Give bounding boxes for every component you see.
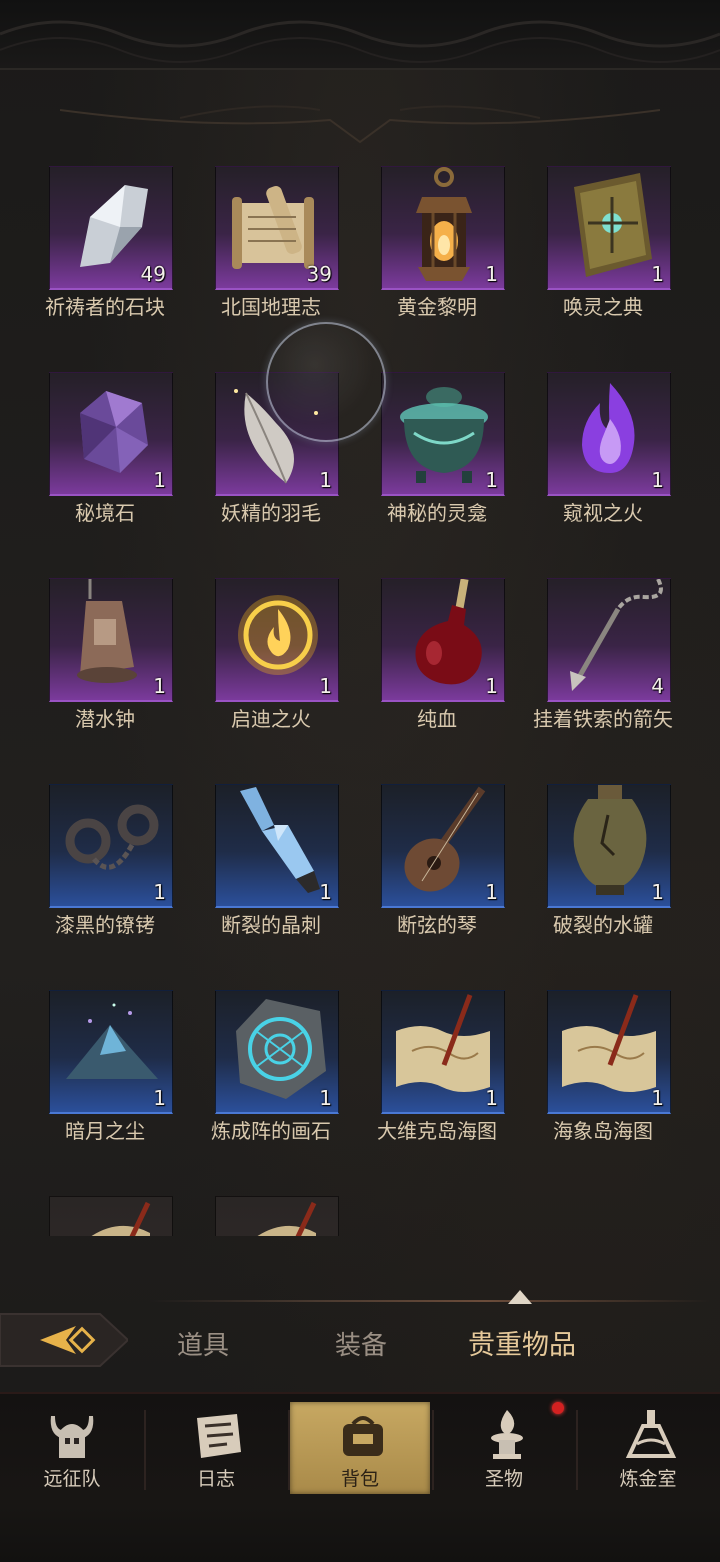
item-count: 1 (153, 880, 166, 904)
item-slot[interactable]: 1 黄金黎明 (354, 166, 520, 366)
item-grid: 49 祈祷者的石块 39 北国地理志 1 黄金黎明 1 唤灵之典 1 秘境石 1… (0, 0, 720, 1240)
item-slot[interactable]: 1 暗月之尘 (22, 990, 188, 1190)
item-name: 海象岛海图 (553, 1119, 653, 1143)
category-tab-bar: 道具 装备 贵重物品 (0, 1290, 720, 1394)
item-count: 1 (319, 674, 332, 698)
item-slot[interactable]: 1 纯血 (354, 578, 520, 778)
sea-chart-icon (257, 1201, 317, 1236)
nav-backpack[interactable]: 背包 (290, 1402, 430, 1494)
item-count: 1 (485, 262, 498, 286)
active-tab-indicator-icon (508, 1290, 532, 1304)
nav-journal[interactable]: 日志 (146, 1402, 286, 1494)
item-count: 1 (485, 880, 498, 904)
item-slot[interactable]: 1 断弦的琴 (354, 784, 520, 984)
item-name: 破裂的水罐 (553, 913, 653, 937)
item-icon-box[interactable]: 1 (381, 784, 505, 908)
tab-equipment[interactable]: 装备 (308, 1324, 414, 1368)
notification-dot (552, 1402, 564, 1414)
nav-label: 远征队 (43, 1468, 101, 1490)
item-count: 4 (651, 674, 664, 698)
item-count: 1 (485, 1086, 498, 1110)
touch-ripple (266, 322, 386, 442)
item-icon-box[interactable]: 1 (547, 166, 671, 290)
item-slot-partial[interactable] (188, 1196, 354, 1236)
item-icon-box[interactable] (215, 1196, 339, 1236)
sea-chart-icon (91, 1201, 151, 1236)
item-count: 1 (153, 468, 166, 492)
item-count: 1 (153, 1086, 166, 1110)
item-count: 1 (319, 1086, 332, 1110)
item-icon-box[interactable]: 1 (215, 784, 339, 908)
item-icon-box[interactable]: 49 (49, 166, 173, 290)
item-count: 1 (485, 468, 498, 492)
tab-valuables[interactable]: 贵重物品 (450, 1324, 594, 1368)
alchemy-flask-icon (625, 1410, 677, 1458)
nav-label: 日志 (196, 1468, 235, 1490)
item-slot[interactable]: 1 唤灵之典 (520, 166, 686, 366)
back-button[interactable] (0, 1308, 128, 1372)
nav-bottom-frame (0, 1504, 720, 1562)
item-count: 1 (651, 880, 664, 904)
item-slot[interactable]: 1 窥视之火 (520, 372, 686, 572)
item-slot[interactable]: 1 漆黑的镣铐 (22, 784, 188, 984)
item-icon-box[interactable]: 1 (381, 166, 505, 290)
horned-helmet-icon (50, 1416, 94, 1458)
item-slot[interactable]: 4 挂着铁索的箭矢 (520, 578, 686, 778)
item-slot[interactable]: 1 潜水钟 (22, 578, 188, 778)
item-slot[interactable]: 1 海象岛海图 (520, 990, 686, 1190)
item-icon-box[interactable]: 1 (215, 990, 339, 1114)
item-icon-box[interactable]: 1 (547, 990, 671, 1114)
item-icon-box[interactable]: 1 (381, 578, 505, 702)
item-name: 纯血 (417, 707, 457, 731)
item-slot[interactable]: 1 启迪之火 (188, 578, 354, 778)
item-icon-box[interactable]: 1 (547, 372, 671, 496)
item-name: 挂着铁索的箭矢 (533, 707, 673, 731)
item-slot-partial[interactable] (22, 1196, 188, 1236)
item-count: 1 (651, 1086, 664, 1110)
item-icon-box[interactable]: 1 (49, 578, 173, 702)
item-slot[interactable]: 1 秘境石 (22, 372, 188, 572)
item-count: 1 (651, 468, 664, 492)
item-slot[interactable]: 49 祈祷者的石块 (22, 166, 188, 366)
backpack-icon (343, 1416, 383, 1456)
item-icon-box[interactable]: 1 (381, 990, 505, 1114)
item-icon-box[interactable] (49, 1196, 173, 1236)
item-slot[interactable]: 1 炼成阵的画石 (188, 990, 354, 1190)
tab-divider (150, 1300, 710, 1302)
item-count: 1 (485, 674, 498, 698)
item-slot[interactable]: 1 断裂的晶刺 (188, 784, 354, 984)
item-icon-box[interactable]: 1 (49, 372, 173, 496)
relic-flame-icon (491, 1410, 523, 1459)
item-icon-box[interactable]: 39 (215, 166, 339, 290)
item-count: 39 (306, 262, 332, 286)
item-count: 1 (319, 468, 332, 492)
item-icon-box[interactable]: 1 (49, 784, 173, 908)
item-count: 49 (140, 262, 166, 286)
item-icon-box[interactable]: 1 (547, 784, 671, 908)
bottom-navigation: 远征队 日志 背包 圣物 炼金室 (0, 1392, 720, 1562)
item-slot[interactable]: 1 破裂的水罐 (520, 784, 686, 984)
nav-label: 炼金室 (619, 1468, 677, 1490)
nav-relics[interactable]: 圣物 (434, 1402, 574, 1494)
tab-items[interactable]: 道具 (150, 1324, 256, 1368)
item-slot[interactable]: 1 大维克岛海图 (354, 990, 520, 1190)
item-icon-box[interactable]: 1 (49, 990, 173, 1114)
item-icon-box[interactable]: 1 (215, 578, 339, 702)
nav-label: 背包 (340, 1468, 379, 1490)
item-icon-box[interactable]: 1 (381, 372, 505, 496)
item-count: 1 (651, 262, 664, 286)
item-icon-box[interactable]: 4 (547, 578, 671, 702)
item-name: 唤灵之典 (563, 295, 643, 319)
nav-label: 圣物 (484, 1468, 523, 1490)
nav-expedition[interactable]: 远征队 (2, 1402, 142, 1494)
nav-alchemy[interactable]: 炼金室 (578, 1402, 718, 1494)
item-name: 窥视之火 (563, 501, 643, 525)
journal-scroll-icon (197, 1414, 241, 1458)
item-count: 1 (319, 880, 332, 904)
item-count: 1 (153, 674, 166, 698)
